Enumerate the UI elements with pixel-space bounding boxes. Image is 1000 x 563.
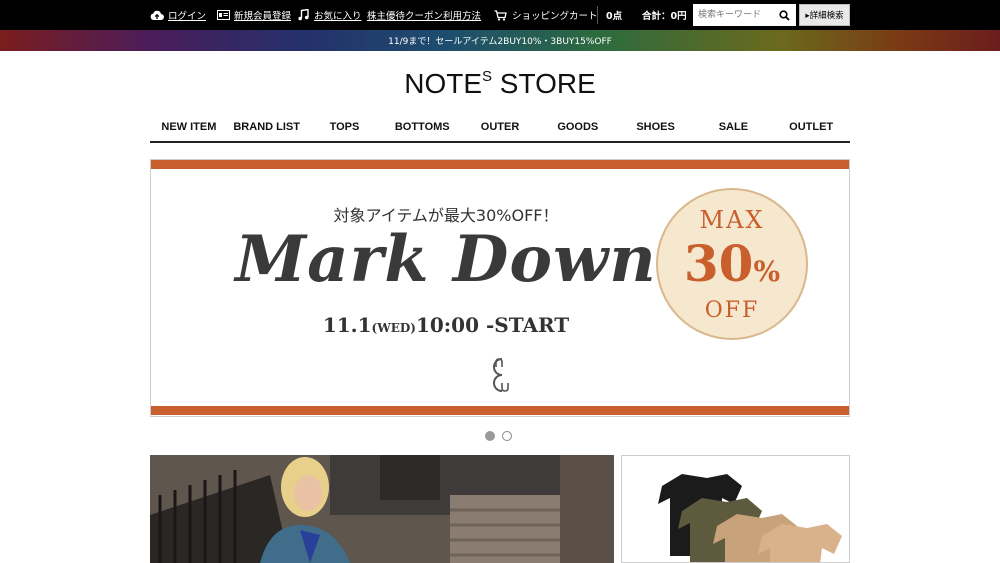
date-day: 11.1 xyxy=(322,313,372,337)
banner-top-band xyxy=(151,160,849,169)
nav-outer[interactable]: OUTER xyxy=(461,116,539,141)
badge-off: OFF xyxy=(704,298,760,323)
badge-percent-sign: % xyxy=(753,255,781,288)
nav-goods[interactable]: GOODS xyxy=(539,116,617,141)
coupon-label: 株主優待クーポン利用方法 xyxy=(367,11,482,22)
cart-count: 0点 xyxy=(606,11,623,22)
promo-banner[interactable]: 11/9まで！セールアイテム2BUY10%・3BUY15%OFF xyxy=(0,30,1000,51)
cart-label: ショッピングカート xyxy=(512,11,598,22)
advanced-search-button[interactable]: ▸詳細検索 xyxy=(799,4,850,26)
badge-number: 30 xyxy=(683,234,754,293)
nav-sale[interactable]: SALE xyxy=(694,116,772,141)
logo-sup: S xyxy=(482,68,493,85)
model-photo-image xyxy=(150,455,614,563)
nav-bottoms[interactable]: BOTTOMS xyxy=(383,116,461,141)
nav-outlet[interactable]: OUTLET xyxy=(772,116,850,141)
date-weekday: (WED) xyxy=(371,321,416,335)
nav-new-item[interactable]: NEW ITEM xyxy=(150,116,228,141)
badge-max: MAX xyxy=(699,206,765,234)
carousel-dot-1[interactable] xyxy=(485,431,495,441)
main-nav: NEW ITEM BRAND LIST TOPS BOTTOMS OUTER G… xyxy=(150,116,850,143)
banner-bottom-band xyxy=(151,406,849,415)
carousel-dot-2[interactable] xyxy=(502,431,512,441)
logo-text-2: STORE xyxy=(492,68,596,99)
favorites-label: お気に入り xyxy=(314,11,362,22)
search-button[interactable] xyxy=(774,5,795,25)
nav-brand-list[interactable]: BRAND LIST xyxy=(228,116,306,141)
banner-date: 11.1(WED)10:00 -START xyxy=(151,313,741,337)
product-photo[interactable] xyxy=(621,455,850,563)
divider xyxy=(597,6,598,24)
nav-tops[interactable]: TOPS xyxy=(306,116,384,141)
search-icon xyxy=(779,9,790,21)
discount-badge: MAX 30% OFF xyxy=(656,188,808,340)
search-box xyxy=(693,4,796,26)
brand-monogram-icon xyxy=(482,356,522,394)
search-input[interactable] xyxy=(694,5,774,25)
login-link[interactable]: ログイン xyxy=(150,0,206,30)
badge-percent: 30% xyxy=(658,234,806,293)
date-time: 10:00 -START xyxy=(415,313,570,337)
music-note-icon xyxy=(296,9,310,21)
banner-title: Mark Down xyxy=(235,222,657,297)
cart-total: 合計：0円 xyxy=(642,11,687,22)
feature-photo[interactable] xyxy=(150,455,614,563)
cart-link[interactable]: ショッピングカート xyxy=(494,0,598,30)
nav-shoes[interactable]: SHOES xyxy=(617,116,695,141)
coupon-link[interactable]: 株主優待クーポン利用方法 xyxy=(367,0,481,30)
logo-text-1: NOTE xyxy=(404,68,483,99)
tshirts-image xyxy=(622,456,849,562)
register-label: 新規会員登録 xyxy=(234,11,292,22)
top-bar: ログイン 新規会員登録 お気に入り 株主優待クーポン利用方法 ショッピングカート… xyxy=(0,0,1000,30)
cart-icon xyxy=(494,9,508,21)
register-link[interactable]: 新規会員登録 xyxy=(216,0,291,30)
carousel-dots xyxy=(485,431,512,441)
favorites-link[interactable]: お気に入り xyxy=(296,0,362,30)
login-label: ログイン xyxy=(168,11,207,22)
hero-banner[interactable]: 対象アイテムが最大30%OFF！ Mark Down 11.1(WED)10:0… xyxy=(150,159,850,417)
id-card-icon xyxy=(216,9,230,21)
cloud-upload-icon xyxy=(150,9,164,21)
store-logo[interactable]: NOTES STORE xyxy=(0,68,1000,100)
